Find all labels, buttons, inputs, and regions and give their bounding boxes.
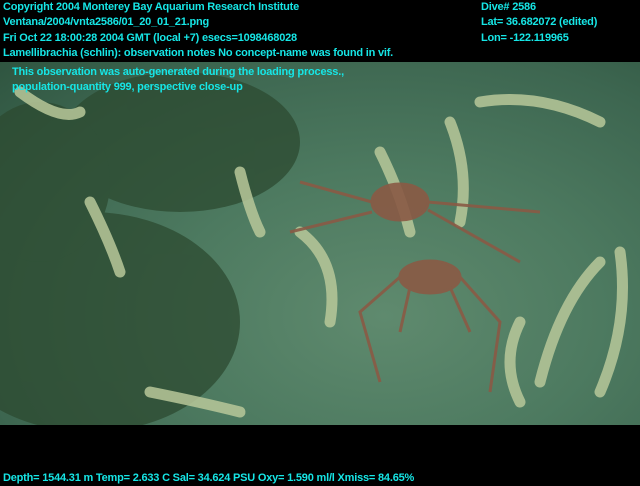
latitude: Lat= 36.682072 (edited): [481, 16, 598, 28]
tubeworm-crab-scene: [0, 72, 628, 425]
dive-number: Dive# 2586: [481, 1, 536, 13]
concept-text: Lamellibrachia (schlin): observation not…: [3, 47, 394, 59]
sensor-readout: Depth= 1544.31 m Temp= 2.633 C Sal= 34.6…: [3, 472, 415, 484]
dark-vegetation: [0, 72, 300, 425]
notes-line-2: population-quantity 999, perspective clo…: [12, 81, 243, 93]
timestamp-text: Fri Oct 22 18:00:28 2004 GMT (local +7) …: [3, 32, 297, 44]
copyright-text: Copyright 2004 Monterey Bay Aquarium Res…: [3, 1, 300, 13]
seafloor-image: [0, 62, 640, 425]
notes-line-1: This observation was auto-generated duri…: [12, 66, 344, 78]
file-path-text: Ventana/2004/vnta2586/01_20_01_21.png: [3, 16, 210, 28]
longitude: Lon= -122.119965: [481, 32, 569, 44]
video-frame: Copyright 2004 Monterey Bay Aquarium Res…: [0, 0, 640, 486]
